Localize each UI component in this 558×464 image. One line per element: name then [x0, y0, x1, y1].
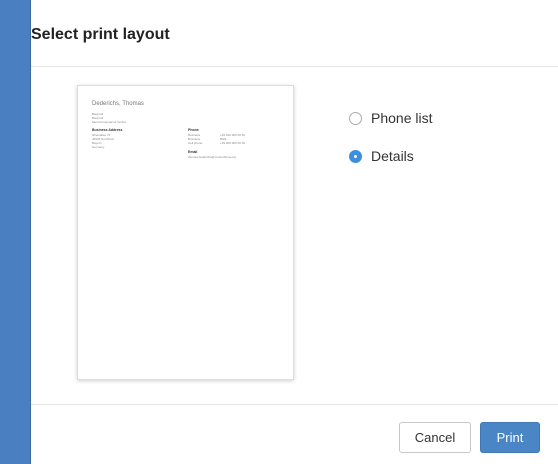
preview-email-heading: Email: [188, 150, 198, 154]
print-preview-page: Dederichs, Thomas Bauprofi Bauprofi Mein…: [77, 85, 294, 380]
preview-phone-heading: Phone: [188, 128, 199, 132]
preview-contact-name: Dederichs, Thomas: [92, 101, 144, 107]
footer-divider: [31, 404, 558, 405]
radio-phone-list[interactable]: [349, 111, 362, 125]
option-phone-list[interactable]: Phone list: [349, 108, 432, 128]
preview-phone-value: +49 000 000 00 00: [220, 141, 246, 145]
preview-top-line: Mein-Firmenname GmbH: [92, 120, 126, 124]
print-button[interactable]: Print: [480, 422, 540, 453]
window-frame: Select print layout Dederichs, Thomas Ba…: [0, 0, 558, 464]
header-divider: [31, 66, 558, 67]
radio-details[interactable]: [349, 149, 362, 163]
preview-email-value: thomas.dederichs@musterfirma.org: [188, 155, 236, 159]
option-phone-list-label: Phone list: [371, 110, 433, 126]
print-layout-dialog: Select print layout Dederichs, Thomas Ba…: [30, 0, 558, 464]
dialog-title: Select print layout: [31, 26, 170, 43]
cancel-button[interactable]: Cancel: [399, 422, 471, 453]
preview-address-line: Germany: [92, 145, 105, 149]
preview-phone-label: Cell phone: [188, 141, 203, 145]
layout-options: Phone list Details: [349, 108, 432, 184]
option-details[interactable]: Details: [349, 146, 432, 166]
preview-business-address-heading: Business Address: [92, 128, 123, 132]
option-details-label: Details: [371, 148, 414, 164]
